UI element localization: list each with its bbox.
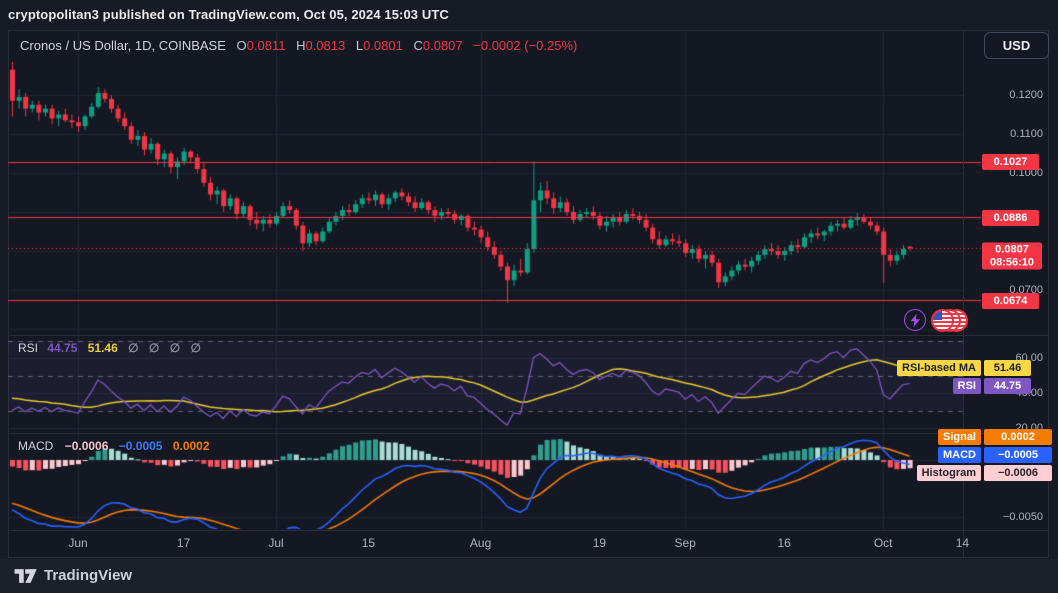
panel-resize-handle-macd[interactable] [8, 433, 1049, 434]
time-tick: 15 [362, 536, 375, 550]
rsi-value-tag: 44.75 [984, 378, 1031, 394]
lightning-icon[interactable] [904, 309, 926, 331]
price-axis-label: 0.1200 [1009, 89, 1043, 101]
ohlc-low-key: L [356, 38, 363, 53]
rsi-param-empty: ∅ [149, 341, 159, 355]
ohlc-open-key: O [237, 38, 247, 53]
us-flag-stack-icon[interactable] [931, 308, 967, 332]
time-axis-border [8, 530, 1049, 531]
symbol-title: Cronos / US Dollar, 1D, COINBASE [20, 38, 226, 53]
time-tick: Aug [470, 536, 491, 550]
macd-legend-title: MACD [18, 439, 53, 453]
panel-resize-handle-rsi[interactable] [8, 335, 1049, 336]
macd-hist-legend-value: −0.0006 [65, 439, 109, 453]
tradingview-logo-icon [13, 567, 39, 585]
currency-button[interactable]: USD [984, 32, 1049, 59]
rsi-param-empty: ∅ [128, 341, 138, 355]
macd-signal-legend-value: 0.0002 [173, 439, 210, 453]
macd-name-tag: MACD [938, 447, 981, 463]
ohlc-high-value: 0.0813 [305, 38, 345, 53]
rsi-legend-value: 44.75 [47, 341, 77, 355]
rsi-legend-title: RSI [18, 341, 38, 355]
signal-name-tag: Signal [938, 429, 981, 445]
ohlc-close-key: C [413, 38, 422, 53]
time-tick: Jun [68, 536, 87, 550]
rsi-name-tag: RSI [953, 378, 981, 394]
histogram-value-tag: −0.0006 [984, 465, 1052, 481]
rsi-param-empty: ∅ [170, 341, 180, 355]
time-tick: Oct [874, 536, 893, 550]
rsi-legend[interactable]: RSI 44.75 51.46 ∅ ∅ ∅ ∅ [18, 341, 201, 355]
ohlc-low-value: 0.0801 [363, 38, 403, 53]
time-tick: Sep [675, 536, 696, 550]
time-tick: 14 [956, 536, 969, 550]
signal-value-tag: 0.0002 [984, 429, 1052, 445]
price-level-tag: 0.1027 [982, 154, 1039, 170]
price-axis-label: 0.1100 [1010, 128, 1043, 140]
ohlc-open-value: 0.0811 [247, 38, 286, 53]
price-level-tag: 0.0674 [982, 293, 1039, 309]
change-value: −0.0002 (−0.25%) [473, 38, 577, 53]
footer-bar: TradingView [0, 559, 1058, 593]
bar-countdown: 08:56:10 [990, 256, 1034, 269]
time-tick: 17 [177, 536, 190, 550]
macd-value-tag: −0.0005 [984, 447, 1052, 463]
rsi-ma-legend-value: 51.46 [88, 341, 118, 355]
histogram-name-tag: Histogram [917, 465, 981, 481]
symbol-legend[interactable]: Cronos / US Dollar, 1D, COINBASE O0.0811… [20, 38, 577, 53]
ohlc-close-value: 0.0807 [423, 38, 463, 53]
us-flag-icon [931, 309, 954, 332]
current-price: 0.0807 [995, 243, 1029, 256]
tradingview-widget: cryptopolitan3 published on TradingView.… [0, 0, 1058, 593]
time-tick: Jul [268, 536, 283, 550]
tradingview-brand-text[interactable]: TradingView [44, 567, 132, 584]
current-price-tag: 0.0807 08:56:10 [982, 243, 1042, 270]
macd-axis-label: −0.0050 [1003, 511, 1043, 523]
time-tick: 16 [778, 536, 791, 550]
rsi-param-empty: ∅ [191, 341, 201, 355]
macd-legend[interactable]: MACD −0.0006 −0.0005 0.0002 [18, 439, 210, 453]
macd-line-legend-value: −0.0005 [119, 439, 163, 453]
rsi-ma-value-tag: 51.46 [984, 360, 1031, 376]
chart-canvas[interactable] [0, 0, 1058, 593]
price-level-tag: 0.0886 [982, 210, 1039, 226]
rsi-ma-name-tag: RSI-based MA [897, 360, 981, 376]
time-tick: 19 [593, 536, 606, 550]
